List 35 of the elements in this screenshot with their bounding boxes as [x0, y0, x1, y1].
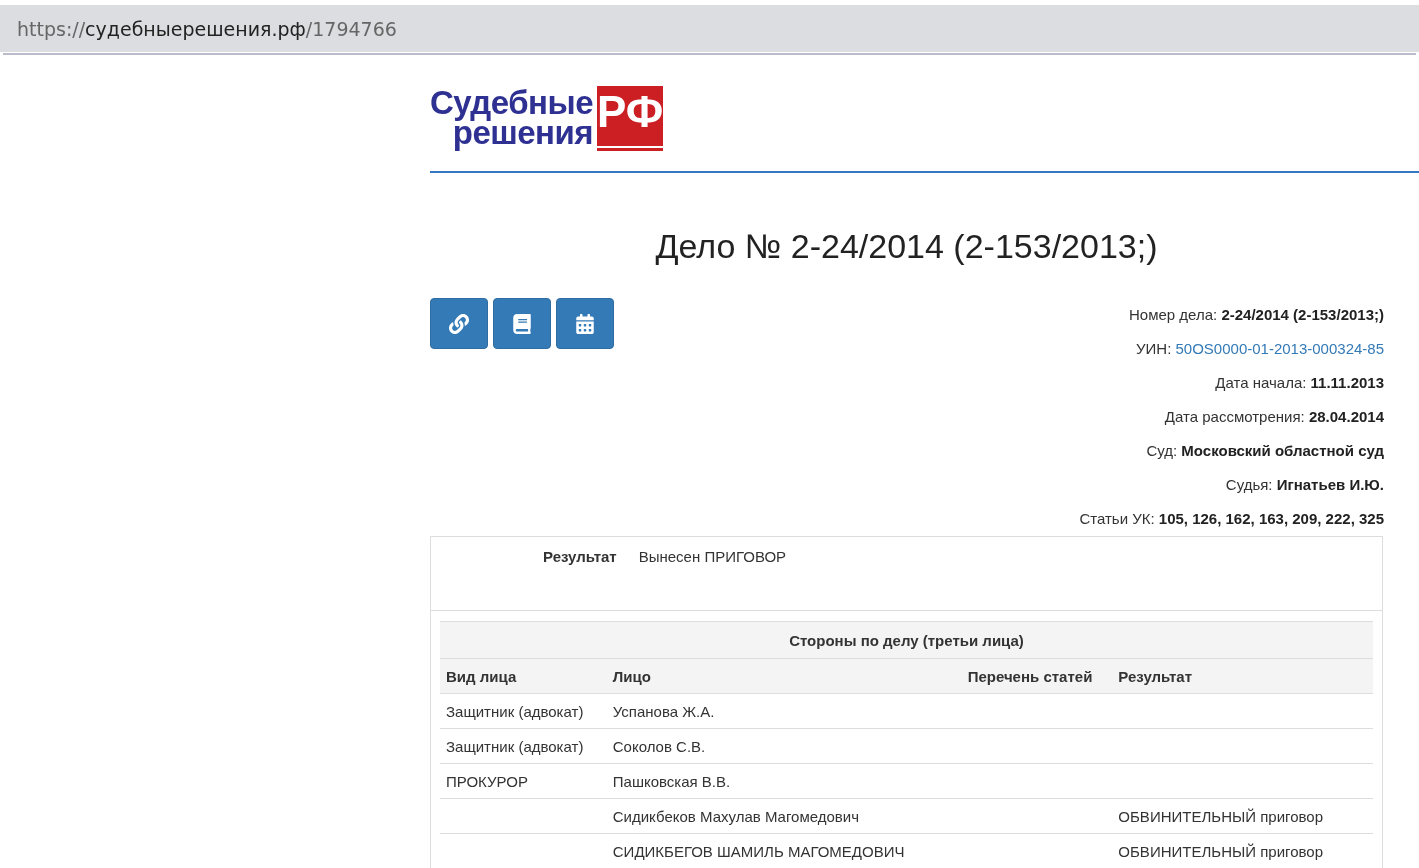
calendar-button[interactable]	[556, 298, 614, 349]
column-header: Вид лица	[440, 658, 607, 694]
logo-badge[interactable]: РФ	[597, 85, 664, 151]
case-detail: УИН: 50OS0000-01-2013-000324-85	[1136, 339, 1384, 359]
table-cell: Защитник (адвокат)	[440, 693, 607, 729]
table-cell: ОБВИНИТЕЛЬНЫЙ приговор	[1112, 833, 1373, 868]
result-label: Результат	[543, 548, 617, 567]
uin-link[interactable]: 50OS0000-01-2013-000324-85	[1175, 340, 1384, 357]
table-cell: Соколов С.В.	[606, 728, 962, 764]
case-detail: Суд: Московский областной суд	[1146, 441, 1384, 461]
column-header: Результат	[1112, 658, 1373, 694]
link-button[interactable]	[430, 298, 488, 349]
table-caption: Стороны по делу (третьи лица)	[440, 621, 1373, 659]
case-detail: Статьи УК: 105, 126, 162, 163, 209, 222, 325	[1079, 509, 1384, 529]
link-icon	[449, 313, 469, 334]
table-cell: СИДИКБЕГОВ ШАМИЛЬ МАГОМЕДОВИЧ	[606, 833, 962, 868]
table-cell: ПРОКУРОР	[440, 763, 607, 799]
result-value: Вынесен ПРИГОВОР	[638, 548, 787, 567]
url-text: https://судебныерешения.рф/1794766	[17, 17, 397, 40]
case-detail: Судья: Игнатьев И.Ю.	[1225, 475, 1384, 495]
case-detail: Дата начала: 11.11.2013	[1215, 373, 1384, 393]
book-icon	[512, 313, 532, 334]
table-cell: Защитник (адвокат)	[440, 728, 607, 764]
table-cell: Сидикбеков Махулав Магомедович	[606, 798, 962, 834]
case-detail: Дата рассмотрения: 28.04.2014	[1164, 407, 1384, 427]
table-cell: Пашковская В.В.	[606, 763, 962, 799]
case-detail: Номер дела: 2-24/2014 (2-153/2013;)	[1129, 305, 1384, 325]
column-header: Перечень статей	[961, 658, 1113, 694]
book-button[interactable]	[493, 298, 551, 349]
table-cell: ОБВИНИТЕЛЬНЫЙ приговор	[1112, 798, 1373, 834]
case-title: Дело № 2-24/2014 (2-153/2013;)	[654, 227, 1159, 266]
address-bar[interactable]: https://судебныерешения.рф/1794766	[0, 5, 1419, 53]
table-cell: Успанова Ж.А.	[606, 693, 962, 729]
column-header: Лицо	[606, 658, 962, 694]
calendar-icon	[575, 313, 595, 334]
